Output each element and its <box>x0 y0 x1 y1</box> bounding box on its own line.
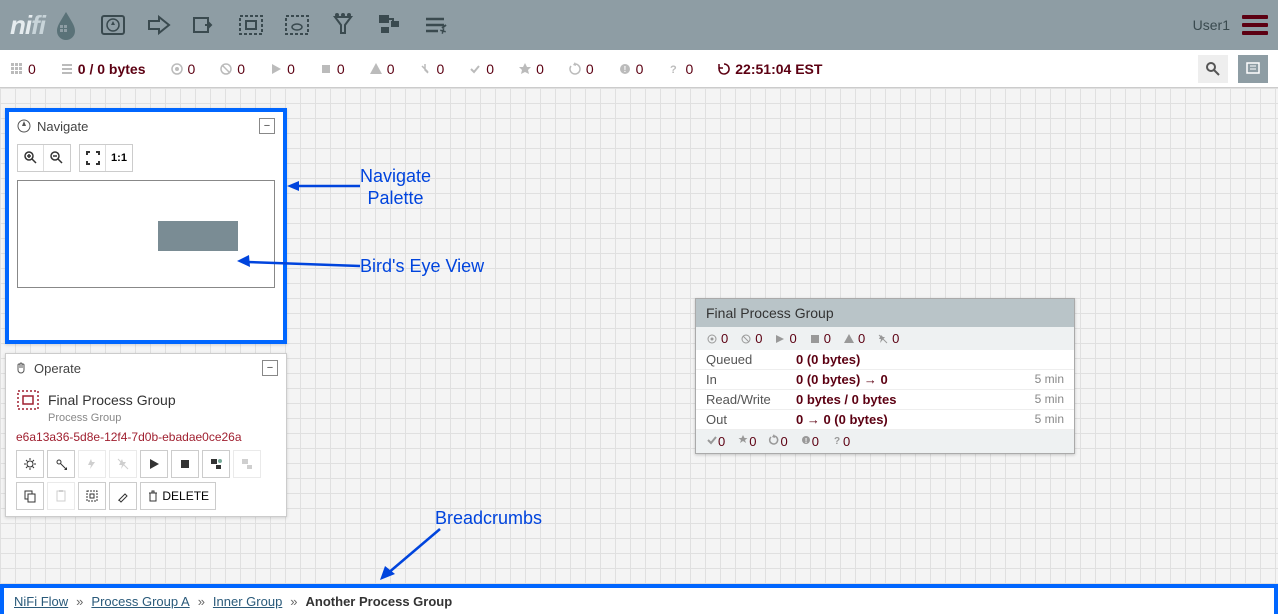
unknown-status: ?0 <box>667 61 693 77</box>
queued-status: 0 / 0 bytes <box>60 61 146 77</box>
copy-button[interactable] <box>16 482 44 510</box>
process-group-component[interactable]: Final Process Group 0 0 0 0 0 0 Queued0 … <box>695 298 1075 454</box>
disable-button <box>109 450 137 478</box>
user-label: User1 <box>1193 17 1230 33</box>
process-group-status-row: 0 0 0 0 0 0 <box>696 327 1074 350</box>
operate-title: Operate <box>34 361 81 376</box>
create-template-button[interactable] <box>202 450 230 478</box>
paste-button <box>47 482 75 510</box>
stale-status: 0 <box>568 61 594 77</box>
upload-template-button <box>233 450 261 478</box>
disabled-status: 0 <box>418 61 444 77</box>
zoom-out-button[interactable] <box>44 145 70 171</box>
zoom-actual-button[interactable]: 1:1 <box>106 145 132 171</box>
add-funnel-icon[interactable] <box>329 11 357 39</box>
flow-canvas[interactable]: Navigate − 1:1 Operate − Final <box>0 88 1278 584</box>
operate-palette: Operate − Final Process Group Process Gr… <box>5 353 287 517</box>
birds-eye-view[interactable] <box>17 180 275 288</box>
stopped-status: 0 <box>319 61 345 77</box>
add-processor-icon[interactable] <box>99 11 127 39</box>
global-menu-icon[interactable] <box>1242 11 1268 39</box>
breadcrumb-level1[interactable]: Process Group A <box>91 594 189 609</box>
operate-component-type: Process Group <box>48 412 276 424</box>
annotation-birdseye: Bird's Eye View <box>360 256 484 277</box>
locally-modified-status: 0 <box>518 61 544 77</box>
component-toolbar <box>99 11 449 39</box>
process-group-stats: Queued0 (0 bytes) In0 (0 bytes) → 05 min… <box>696 350 1074 430</box>
nifi-drop-icon <box>53 10 79 40</box>
app-header: nifi User1 <box>0 0 1278 50</box>
transmitting-status: 0 <box>170 61 196 77</box>
operate-collapse-button[interactable]: − <box>262 360 278 376</box>
compass-icon <box>17 119 31 133</box>
svg-text:?: ? <box>670 64 677 76</box>
variables-button[interactable] <box>47 450 75 478</box>
breadcrumb-level2[interactable]: Inner Group <box>213 594 282 609</box>
last-refresh-status: 22:51:04 EST <box>717 61 822 77</box>
configure-button[interactable] <box>16 450 44 478</box>
add-label-icon[interactable] <box>421 11 449 39</box>
annotation-arrow-navigate <box>285 178 365 198</box>
navigate-title: Navigate <box>37 119 88 134</box>
stop-button[interactable] <box>171 450 199 478</box>
add-process-group-icon[interactable] <box>237 11 265 39</box>
svg-text:!: ! <box>623 65 626 74</box>
operate-component-name: Final Process Group <box>48 392 176 408</box>
annotation-navigate: NavigatePalette <box>360 166 431 209</box>
sync-failure-status: !0 <box>618 61 644 77</box>
hand-icon <box>14 361 28 375</box>
add-template-icon[interactable] <box>375 11 403 39</box>
enable-button <box>78 450 106 478</box>
bulletin-button[interactable] <box>1238 55 1268 83</box>
navigate-collapse-button[interactable]: − <box>259 118 275 134</box>
start-button[interactable] <box>140 450 168 478</box>
annotation-breadcrumbs: Breadcrumbs <box>435 508 542 529</box>
running-status: 0 <box>269 61 295 77</box>
add-input-port-icon[interactable] <box>145 11 173 39</box>
zoom-in-button[interactable] <box>18 145 44 171</box>
breadcrumb-bar: NiFi Flow » Process Group A » Inner Grou… <box>0 584 1278 614</box>
breadcrumb-current: Another Process Group <box>306 594 453 609</box>
add-output-port-icon[interactable] <box>191 11 219 39</box>
operate-header: Operate − <box>6 354 286 382</box>
nifi-logo: nifi <box>10 10 45 41</box>
navigate-header: Navigate − <box>9 112 283 140</box>
zoom-fit-button[interactable] <box>80 145 106 171</box>
annotation-arrow-breadcrumbs <box>375 524 455 584</box>
process-group-footer: 0 0 0 !0 ?0 <box>696 430 1074 453</box>
group-button[interactable] <box>78 482 106 510</box>
delete-button[interactable]: DELETE <box>140 482 216 510</box>
svg-text:!: ! <box>805 438 807 445</box>
invalid-status: 0 <box>369 61 395 77</box>
not-transmitting-status: 0 <box>219 61 245 77</box>
status-bar: 0 0 / 0 bytes 0 0 0 0 0 0 0 0 0 !0 ?0 22… <box>0 50 1278 88</box>
uptodate-status: 0 <box>468 61 494 77</box>
process-group-icon <box>16 388 40 412</box>
search-button[interactable] <box>1198 55 1228 83</box>
color-button[interactable] <box>109 482 137 510</box>
process-group-name: Final Process Group <box>696 299 1074 327</box>
add-remote-process-group-icon[interactable] <box>283 11 311 39</box>
breadcrumb-root[interactable]: NiFi Flow <box>14 594 68 609</box>
navigate-palette: Navigate − 1:1 <box>5 108 287 344</box>
svg-text:?: ? <box>834 436 840 446</box>
operate-component-id: e6a13a36-5d8e-12f4-7d0b-ebadae0ce26a <box>16 430 276 444</box>
navigate-toolbar: 1:1 <box>9 140 283 176</box>
active-threads-status: 0 <box>10 61 36 77</box>
birds-eye-viewport[interactable] <box>158 221 238 251</box>
